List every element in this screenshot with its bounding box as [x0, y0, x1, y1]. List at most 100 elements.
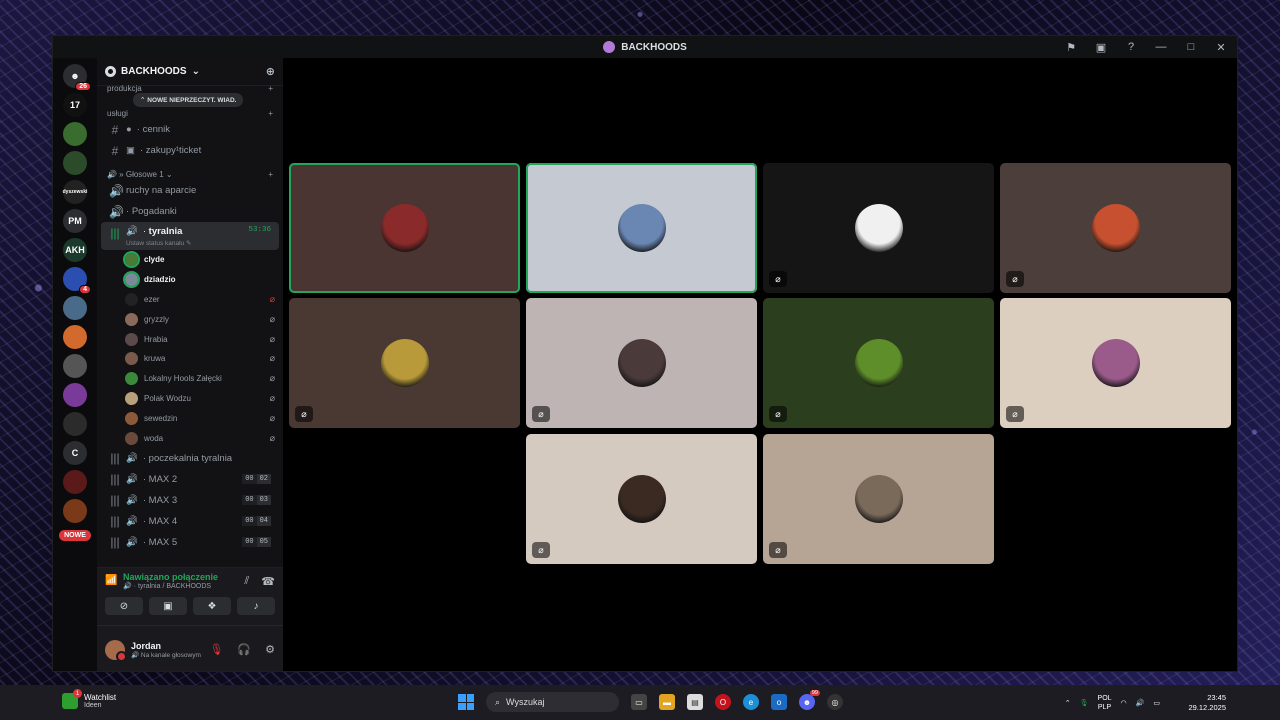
settings-gear-icon[interactable]: ⚙ — [265, 643, 275, 656]
task-view-icon[interactable]: ▭ — [631, 694, 647, 710]
discord-taskbar-icon[interactable]: ☻ 99 — [799, 690, 820, 710]
voice-channel[interactable]: ||| 🔊 · MAX 5 00 05 — [101, 532, 279, 553]
voice-member[interactable]: ezer ⌀ — [97, 290, 283, 310]
outlook-icon[interactable]: o — [771, 694, 787, 710]
server-icon-1[interactable] — [63, 122, 87, 146]
participant-tile[interactable] — [289, 163, 520, 293]
store-icon[interactable]: ▤ — [687, 694, 703, 710]
participant-tile[interactable]: ⌀ — [763, 434, 994, 564]
server-icon-6[interactable]: 4 — [63, 267, 91, 294]
voice-member[interactable]: woda ⌀ — [97, 428, 283, 448]
mic-muted-icon: ⌀ — [769, 542, 787, 558]
server-icon-4[interactable]: PM — [63, 209, 87, 233]
text-channel[interactable]: # ▣ · zakupy¹ticket — [101, 140, 279, 161]
disconnect-icon[interactable]: ☎ — [261, 575, 275, 588]
server-rail: ☻ 26 17 dyszewski PM AKH 4 C NOWE — [53, 58, 97, 671]
voice-member[interactable]: clyde — [97, 250, 283, 270]
screen-share-button[interactable]: ▣ — [149, 597, 187, 615]
user-name[interactable]: Jordan — [131, 641, 201, 651]
server-icon-7[interactable] — [63, 296, 87, 320]
server-icon-14[interactable] — [63, 499, 87, 523]
activities-button[interactable]: ❖ — [193, 597, 231, 615]
opera-icon[interactable]: O — [715, 694, 731, 710]
category-uslugi[interactable]: usługi + — [97, 107, 283, 119]
input-language[interactable]: POL PLP — [1098, 694, 1112, 712]
taskbar-search[interactable]: ⌕ Wyszukaj — [486, 692, 619, 712]
volume-icon[interactable]: 🔊 — [1136, 699, 1145, 707]
screen-icon[interactable]: ▣ — [1093, 39, 1109, 55]
add-channel-icon[interactable]: + — [268, 109, 273, 118]
participant-tile[interactable] — [526, 163, 757, 293]
flag-icon[interactable]: ⚑ — [1063, 39, 1079, 55]
steam-icon[interactable]: ◎ — [827, 694, 843, 710]
server-icon-2[interactable] — [63, 151, 87, 175]
voice-member[interactable]: gryzzly ⌀ — [97, 309, 283, 329]
speaker-icon: 🔊 — [126, 536, 138, 548]
server-icon-5[interactable]: AKH — [63, 238, 87, 262]
avatar[interactable] — [105, 639, 127, 662]
server-icon-9[interactable] — [63, 354, 87, 378]
soundboard-button[interactable]: ♪ — [237, 597, 275, 615]
help-icon[interactable]: ? — [1123, 39, 1139, 55]
headphones-icon[interactable]: 🎧 — [237, 643, 251, 656]
noise-suppression-icon[interactable]: ⫽ — [244, 575, 249, 588]
member-name: sewedzin — [144, 413, 178, 423]
server-icon-11[interactable] — [63, 412, 87, 436]
server-icon-8[interactable] — [63, 325, 87, 349]
connection-status[interactable]: Nawiązano połączenie — [123, 572, 218, 582]
server-icon-3[interactable]: dyszewski — [63, 180, 87, 204]
participant-tile[interactable]: ⌀ — [763, 298, 994, 428]
new-messages-pill[interactable]: ⌃ NOWE NIEPRZECZYT. WIAD. — [133, 93, 244, 107]
voice-channel[interactable]: ||| 🔊 · MAX 3 00 03 — [101, 490, 279, 511]
voice-member[interactable]: Hrabia ⌀ — [97, 329, 283, 349]
speaker-icon: 🔊 — [126, 494, 138, 506]
watchlist-widget[interactable]: 1 Watchlist Ideen — [62, 689, 116, 709]
camera-button[interactable]: ⊘ — [105, 597, 143, 615]
participant-tile[interactable]: ⌀ — [763, 163, 994, 293]
server-icon-13[interactable] — [63, 470, 87, 494]
deafened-icon: ⌀ — [269, 293, 275, 304]
voice-activity-icon: ||| — [110, 514, 120, 529]
participant-tile[interactable]: ⌀ — [289, 298, 520, 428]
file-explorer-icon[interactable]: ▬ — [659, 694, 675, 710]
maximize-icon[interactable]: □ — [1183, 39, 1199, 55]
voice-member[interactable]: Polak Wodzu ⌀ — [97, 389, 283, 409]
voice-channel[interactable]: ||| 🔊 · MAX 2 00 02 — [101, 469, 279, 490]
voice-channel[interactable]: ||| 🔊 · MAX 4 00 04 — [101, 511, 279, 532]
clock[interactable]: 23:45 29.12.2025 — [1188, 693, 1226, 713]
edge-icon[interactable]: e — [743, 694, 759, 710]
set-channel-status[interactable]: Ustaw status kanału ✎ — [126, 239, 191, 247]
participant-tile[interactable]: ⌀ — [526, 434, 757, 564]
voice-member[interactable]: kruwa ⌀ — [97, 349, 283, 369]
start-button[interactable] — [458, 694, 474, 710]
mic-muted-icon[interactable]: 🎙 — [209, 643, 223, 656]
wifi-icon[interactable]: ◠ — [1121, 699, 1127, 707]
category-voice[interactable]: 🔊 » Głosowe 1 ⌄ + — [97, 168, 283, 180]
mic-muted-icon: ⌀ — [269, 412, 275, 423]
server-icon-0[interactable]: 17 — [63, 93, 87, 117]
voice-channel-active[interactable]: ||| 🔊 · tyralnia 53:36 Ustaw status kana… — [101, 222, 279, 250]
voice-member[interactable]: dziadzio — [97, 270, 283, 290]
participant-tile[interactable]: ⌀ — [526, 298, 757, 428]
signal-icon[interactable]: 📶 — [105, 575, 117, 587]
microphone-icon[interactable]: 🎙 — [1080, 699, 1089, 707]
add-channel-icon[interactable]: + — [268, 170, 273, 179]
chevron-up-icon[interactable]: ⌃ — [1065, 699, 1071, 707]
new-unreads-pill[interactable]: NOWE — [59, 530, 91, 541]
participant-tile[interactable]: ⌀ — [1000, 163, 1231, 293]
text-channel[interactable]: # ● · cennik — [101, 119, 279, 140]
server-icon-10[interactable] — [63, 383, 87, 407]
minimize-icon[interactable]: — — [1153, 39, 1169, 55]
home-button[interactable]: ☻ 26 — [63, 64, 91, 91]
close-icon[interactable]: ✕ — [1213, 39, 1229, 55]
voice-member[interactable]: sewedzin ⌀ — [97, 408, 283, 428]
server-icon-12[interactable]: C — [63, 441, 87, 465]
voice-member[interactable]: Lokalny Hools Załęcki ⌀ — [97, 369, 283, 389]
connection-location[interactable]: 🔊 · tyralnia / BACKHOODS — [123, 582, 218, 590]
voice-channel[interactable]: ||| 🔊 · poczekalnia tyralnia — [101, 448, 279, 469]
participant-tile[interactable]: ⌀ — [1000, 298, 1231, 428]
battery-icon[interactable]: ▭ — [1153, 699, 1160, 707]
voice-channel[interactable]: 🔊 ruchy na aparcie — [101, 180, 279, 201]
voice-channel[interactable]: 🔊 · Pogadanki — [101, 201, 279, 222]
add-member-icon[interactable]: ⊕ — [266, 65, 275, 78]
